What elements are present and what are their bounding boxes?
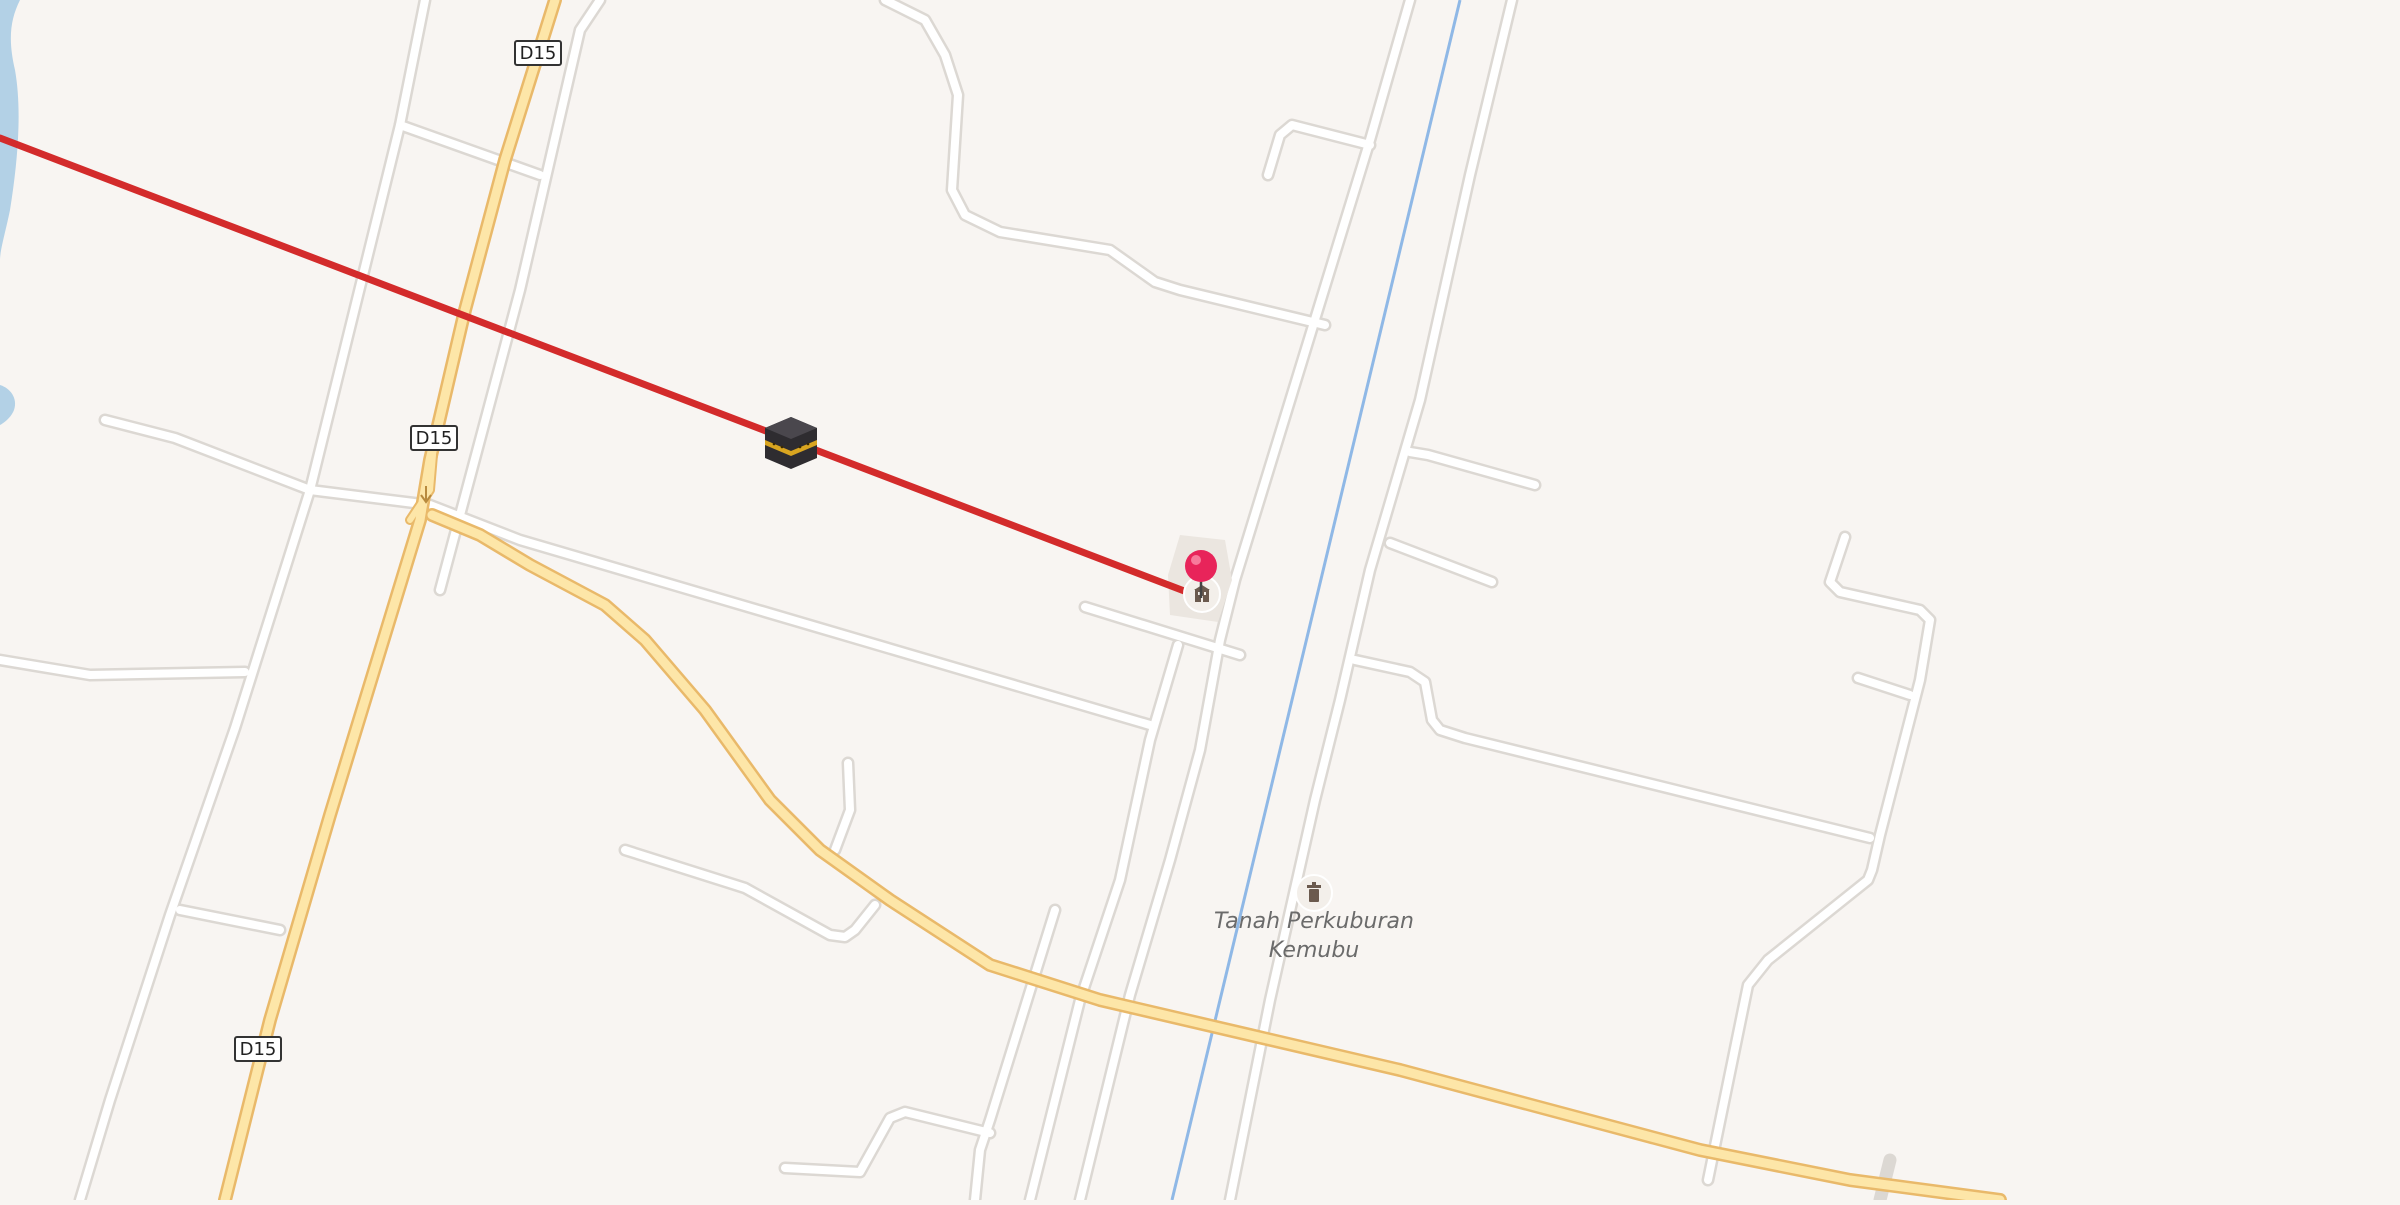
road-shield-label: D15 (239, 1038, 277, 1060)
map-canvas[interactable]: D15 D15 D15 Tanah Perkuburan Kemubu (0, 0, 2400, 1205)
poi-label-line1: Tanah Perkuburan (1214, 909, 1414, 934)
road-shield-d15: D15 (410, 425, 458, 451)
location-pin-icon[interactable] (1183, 548, 1219, 598)
road-shield-label: D15 (415, 427, 453, 449)
poi-label[interactable]: Tanah Perkuburan Kemubu (1164, 907, 1464, 965)
kaaba-icon[interactable] (762, 414, 820, 472)
road-shield-d15: D15 (514, 40, 562, 66)
poi-label-line2: Kemubu (1268, 938, 1360, 963)
road-shield-d15: D15 (234, 1036, 282, 1062)
road-shield-label: D15 (519, 42, 557, 64)
